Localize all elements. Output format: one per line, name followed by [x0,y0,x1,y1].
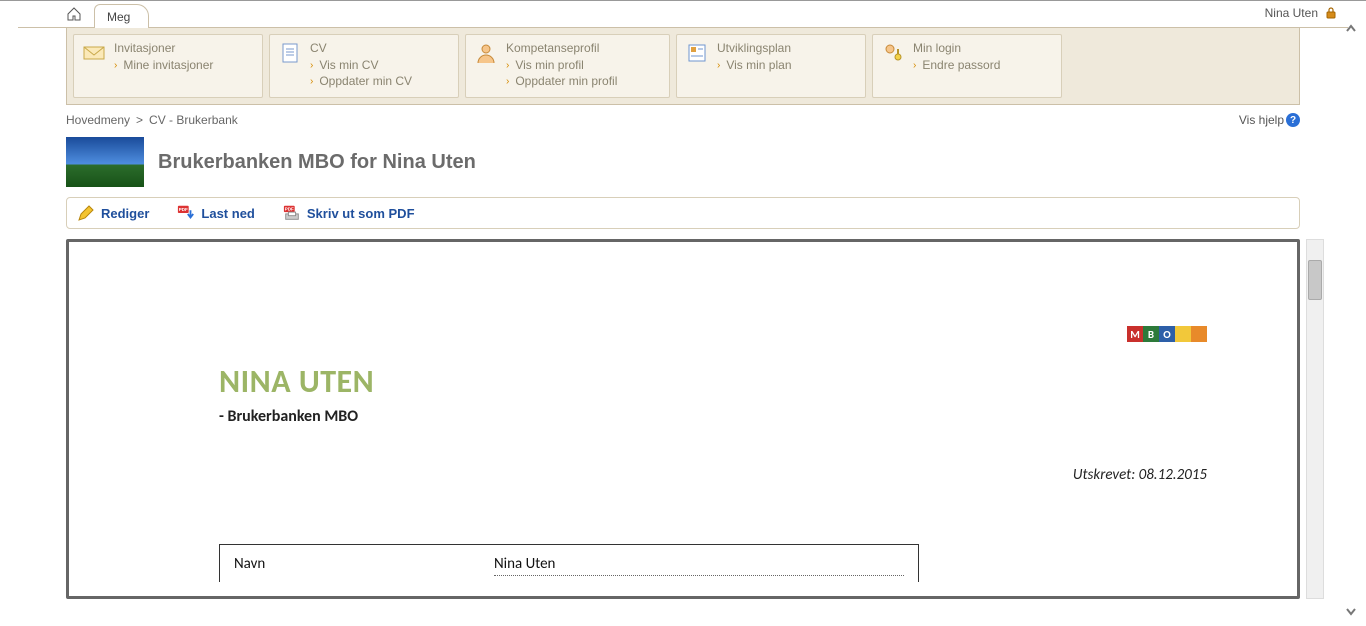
doc-printed-date: Utskrevet: 08.12.2015 [219,466,1207,484]
breadcrumb: Hovedmeny > CV - Brukerbank [66,113,238,127]
chevron-right-icon: › [310,76,313,87]
plan-icon [685,41,709,65]
menu-link-endre-passord[interactable]: › Endre passord [913,57,1051,73]
logo-letter: O [1159,326,1175,342]
menu-title: CV [310,41,448,55]
menu-card-utviklingsplan: Utviklingsplan › Vis min plan [676,34,866,98]
user-key-icon [881,41,905,65]
button-label: Last ned [201,206,254,221]
tab-meg[interactable]: Meg [94,4,149,28]
menu-link-label: Oppdater min profil [515,74,617,88]
document-container: M B O NINA UTEN - Brukerbanken MBO Utskr… [66,239,1300,599]
header-image [66,137,144,187]
logo-letter: B [1143,326,1159,342]
button-label: Skriv ut som PDF [307,206,415,221]
breadcrumb-row: Hovedmeny > CV - Brukerbank Vis hjelp ? [66,109,1300,133]
chevron-right-icon: › [717,60,720,71]
user-lock-icon[interactable] [1324,6,1338,20]
download-button[interactable]: PDF Last ned [177,204,254,222]
menu-title: Utviklingsplan [717,41,855,55]
pencil-icon [77,204,95,222]
menu-card-cv: CV › Vis min CV › Oppdater min CV [269,34,459,98]
menu-link-label: Vis min CV [319,58,378,72]
menu-link-label: Oppdater min CV [319,74,412,88]
pdf-print-icon: PDF [283,204,301,222]
menu-link-label: Mine invitasjoner [123,58,213,72]
print-pdf-button[interactable]: PDF Skriv ut som PDF [283,204,415,222]
breadcrumb-root[interactable]: Hovedmeny [66,113,130,127]
button-label: Rediger [101,206,149,221]
menu-link-label: Vis min profil [515,58,583,72]
doc-info-table: Navn Nina Uten [219,544,919,582]
menu-card-min-login: Min login › Endre passord [872,34,1062,98]
menu-link-mine-invitasjoner[interactable]: › Mine invitasjoner [114,57,252,73]
tab-row: Meg Nina Uten [18,0,1348,28]
tab-label: Meg [107,10,130,24]
mbo-logo: M B O [1127,326,1207,342]
chevron-right-icon: › [114,60,117,71]
doc-person-name: NINA UTEN [219,362,1237,401]
table-row: Navn Nina Uten [220,545,918,582]
menu-link-vis-min-cv[interactable]: › Vis min CV [310,57,448,73]
pdf-download-icon: PDF [177,204,195,222]
row-value: Nina Uten [494,555,904,576]
chevron-right-icon: › [913,60,916,71]
menu-card-kompetanseprofil: Kompetanseprofil › Vis min profil › Oppdat… [465,34,670,98]
chevron-right-icon: › [506,60,509,71]
doc-subtitle: - Brukerbanken MBO [219,407,1237,426]
document-icon [278,41,302,65]
menu-link-vis-min-profil[interactable]: › Vis min profil [506,57,659,73]
menu-title: Min login [913,41,1051,55]
edit-button[interactable]: Rediger [77,204,149,222]
menu-title: Invitasjoner [114,41,252,55]
help-link[interactable]: Vis hjelp ? [1239,113,1300,127]
menu-link-oppdater-min-profil[interactable]: › Oppdater min profil [506,73,659,89]
page-scroll-down-icon[interactable] [1342,602,1360,620]
menu-link-label: Vis min plan [726,58,791,72]
chevron-right-icon: › [506,76,509,87]
logo-block [1175,326,1191,342]
mail-icon [82,41,106,65]
menu-card-invitasjoner: Invitasjoner › Mine invitasjoner [73,34,263,98]
menu-title: Kompetanseprofil [506,41,659,55]
breadcrumb-page: CV - Brukerbank [149,113,238,127]
menu-bar: Invitasjoner › Mine invitasjoner CV › Vis … [66,28,1300,105]
profile-icon [474,41,498,65]
row-label: Navn [234,555,494,576]
home-icon[interactable] [66,7,82,21]
document-scrollbar[interactable] [1306,239,1324,599]
user-name: Nina Uten [1265,6,1318,20]
page-title: Brukerbanken MBO for Nina Uten [158,151,476,174]
chevron-right-icon: › [310,60,313,71]
logo-letter: M [1127,326,1143,342]
menu-link-vis-min-plan[interactable]: › Vis min plan [717,57,855,73]
svg-text:PDF: PDF [179,207,188,212]
menu-link-label: Endre passord [922,58,1000,72]
breadcrumb-sep: > [136,113,143,127]
page-scroll-up-icon[interactable] [1342,20,1360,38]
help-icon: ? [1286,113,1300,127]
menu-link-oppdater-min-cv[interactable]: › Oppdater min CV [310,73,448,89]
logo-block [1191,326,1207,342]
scrollbar-thumb[interactable] [1308,260,1322,300]
svg-text:PDF: PDF [285,207,294,212]
help-label: Vis hjelp [1239,113,1284,127]
toolbar: Rediger PDF Last ned PDF Skriv ut som PD… [66,197,1300,229]
title-row: Brukerbanken MBO for Nina Uten [66,133,1300,197]
document-frame: M B O NINA UTEN - Brukerbanken MBO Utskr… [66,239,1300,599]
document-page: M B O NINA UTEN - Brukerbanken MBO Utskr… [69,242,1297,599]
user-area: Nina Uten [1265,6,1338,20]
